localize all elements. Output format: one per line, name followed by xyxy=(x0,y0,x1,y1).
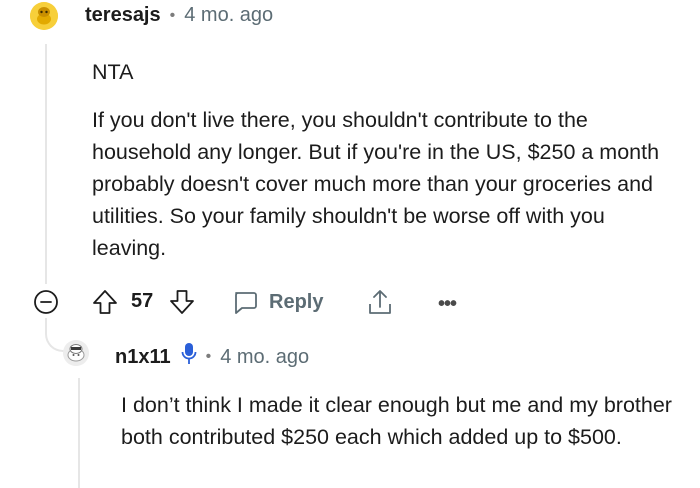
reply-body: I don’t think I made it clear enough but… xyxy=(121,389,691,453)
downvote-button[interactable] xyxy=(168,288,196,316)
downvote-icon xyxy=(170,290,194,314)
avatar[interactable] xyxy=(30,2,58,30)
reply-label: Reply xyxy=(269,290,324,313)
upvote-icon xyxy=(93,290,117,314)
separator-dot: • xyxy=(169,6,176,24)
comment-actions: 57 Reply ••• xyxy=(33,285,673,321)
vote-score: 57 xyxy=(131,290,154,312)
thread-line-reply[interactable] xyxy=(78,378,80,488)
reply-username[interactable]: n1x11 xyxy=(115,346,171,369)
reply-avatar[interactable] xyxy=(63,340,89,366)
comment-paragraph: NTA xyxy=(92,60,134,84)
more-icon: ••• xyxy=(438,293,457,315)
reply-paragraph: I don’t think I made it clear enough but… xyxy=(121,393,672,449)
collapse-button[interactable] xyxy=(33,289,59,315)
reply-bubble-icon xyxy=(235,292,257,314)
comment-body: NTA If you don't live there, you shouldn… xyxy=(92,56,682,280)
collapse-icon xyxy=(34,290,58,314)
separator-dot: • xyxy=(205,348,212,365)
timestamp[interactable]: 4 mo. ago xyxy=(184,4,273,27)
share-button[interactable] xyxy=(366,287,394,317)
thread-line[interactable] xyxy=(45,44,47,284)
comment-meta: teresajs • 4 mo. ago xyxy=(85,4,273,27)
username[interactable]: teresajs xyxy=(85,4,161,27)
avatar-snoo-icon xyxy=(30,2,58,30)
reply-timestamp[interactable]: 4 mo. ago xyxy=(220,346,309,369)
more-options-button[interactable]: ••• xyxy=(438,293,457,316)
reply-button[interactable]: Reply xyxy=(231,288,323,316)
comment-paragraph: If you don't live there, you shouldn't c… xyxy=(92,108,660,260)
upvote-button[interactable] xyxy=(91,288,119,316)
microphone-icon xyxy=(181,342,197,372)
avatar-snoo-icon xyxy=(63,340,89,366)
reply-meta: n1x11 • 4 mo. ago xyxy=(115,342,309,372)
share-icon xyxy=(369,290,391,314)
